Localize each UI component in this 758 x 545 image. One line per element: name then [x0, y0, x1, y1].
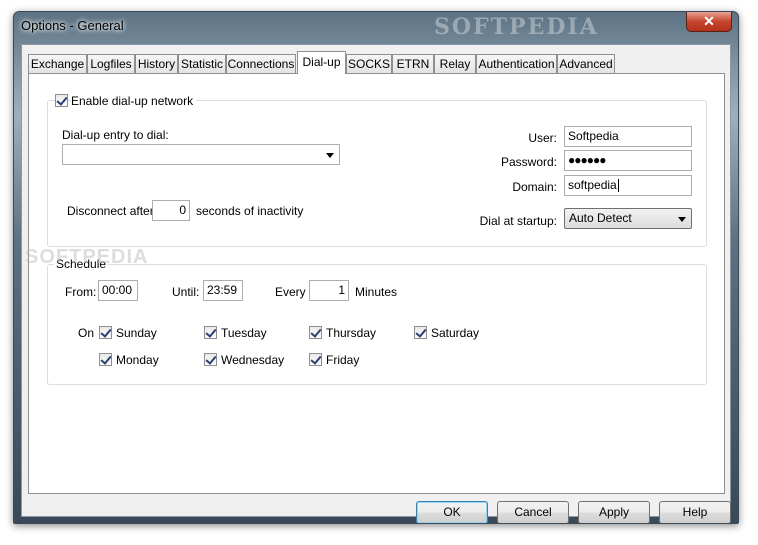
enable-dialup-label: Enable dial-up network — [71, 94, 197, 108]
dial-startup-label: Dial at startup: — [479, 214, 557, 228]
domain-label: Domain: — [512, 180, 557, 194]
password-label: Password: — [500, 155, 557, 169]
inactivity-label: seconds of inactivity — [196, 204, 304, 218]
every-label: Every — [275, 285, 306, 299]
cancel-button[interactable]: Cancel — [497, 501, 569, 523]
until-time-input[interactable]: 23:59 — [203, 280, 243, 301]
tab-statistic[interactable]: Statistic — [178, 54, 226, 73]
apply-button[interactable]: Apply — [578, 501, 650, 523]
on-label: On — [78, 326, 95, 340]
help-button[interactable]: Help — [659, 501, 731, 523]
until-label: Until: — [172, 285, 200, 299]
tab-connections[interactable]: Connections — [226, 54, 296, 73]
tuesday-label: Tuesday — [221, 326, 267, 340]
wednesday-checkbox[interactable] — [204, 353, 217, 366]
friday-checkbox[interactable] — [309, 353, 322, 366]
minutes-label: Minutes — [355, 285, 398, 299]
domain-input[interactable]: softpedia — [564, 175, 692, 196]
saturday-checkbox[interactable] — [414, 326, 427, 339]
password-input[interactable]: ●●●●●● — [564, 150, 692, 171]
tab-relay[interactable]: Relay — [434, 54, 476, 73]
tab-authentication[interactable]: Authentication — [476, 54, 557, 73]
tab-history[interactable]: History — [135, 54, 178, 73]
monday-checkbox[interactable] — [99, 353, 112, 366]
enable-dialup-checkbox[interactable] — [55, 94, 68, 107]
domain-value: softpedia — [568, 178, 617, 192]
dialog-client: Exchange Logfiles History Statistic Conn… — [21, 44, 731, 523]
thursday-label: Thursday — [326, 326, 377, 340]
tab-logfiles[interactable]: Logfiles — [87, 54, 135, 73]
tab-exchange[interactable]: Exchange — [28, 54, 87, 73]
schedule-legend: Schedule — [54, 257, 109, 271]
tab-etrn[interactable]: ETRN — [392, 54, 434, 73]
title-bar[interactable]: Options - General SOFTPEDIA ✕ — [14, 12, 738, 42]
ok-button[interactable]: OK — [416, 501, 488, 523]
dial-startup-value: Auto Detect — [569, 211, 632, 225]
from-time-input[interactable]: 00:00 — [98, 280, 138, 301]
disconnect-label: Disconnect after — [67, 204, 154, 218]
dialup-tab-pane: Enable dial-up network Dial-up entry to … — [25, 73, 725, 494]
tab-advanced[interactable]: Advanced — [557, 54, 615, 73]
sunday-checkbox[interactable] — [99, 326, 112, 339]
every-minutes-input[interactable]: 1 — [309, 280, 349, 301]
user-input[interactable]: Softpedia — [564, 126, 692, 147]
dial-startup-select[interactable]: Auto Detect — [564, 208, 692, 229]
chevron-down-icon — [326, 153, 334, 158]
close-button[interactable]: ✕ — [686, 12, 732, 32]
tab-dialup[interactable]: Dial-up — [297, 51, 346, 74]
title-watermark: SOFTPEDIA — [434, 14, 599, 40]
user-label: User: — [528, 131, 557, 145]
wednesday-label: Wednesday — [221, 353, 285, 367]
thursday-checkbox[interactable] — [309, 326, 322, 339]
saturday-label: Saturday — [431, 326, 480, 340]
dialup-entry-select[interactable] — [62, 144, 340, 165]
tuesday-checkbox[interactable] — [204, 326, 217, 339]
text-caret — [617, 179, 619, 193]
dialup-entry-label: Dial-up entry to dial: — [62, 128, 169, 142]
monday-label: Monday — [116, 353, 159, 367]
tab-socks[interactable]: SOCKS — [346, 54, 392, 73]
friday-label: Friday — [326, 353, 360, 367]
options-window: Options - General SOFTPEDIA ✕ Exchange L… — [13, 11, 739, 524]
sunday-label: Sunday — [116, 326, 157, 340]
chevron-down-icon — [678, 217, 686, 222]
window-title: Options - General — [21, 18, 124, 33]
disconnect-seconds-input[interactable]: 0 — [152, 200, 190, 221]
from-label: From: — [65, 285, 97, 299]
